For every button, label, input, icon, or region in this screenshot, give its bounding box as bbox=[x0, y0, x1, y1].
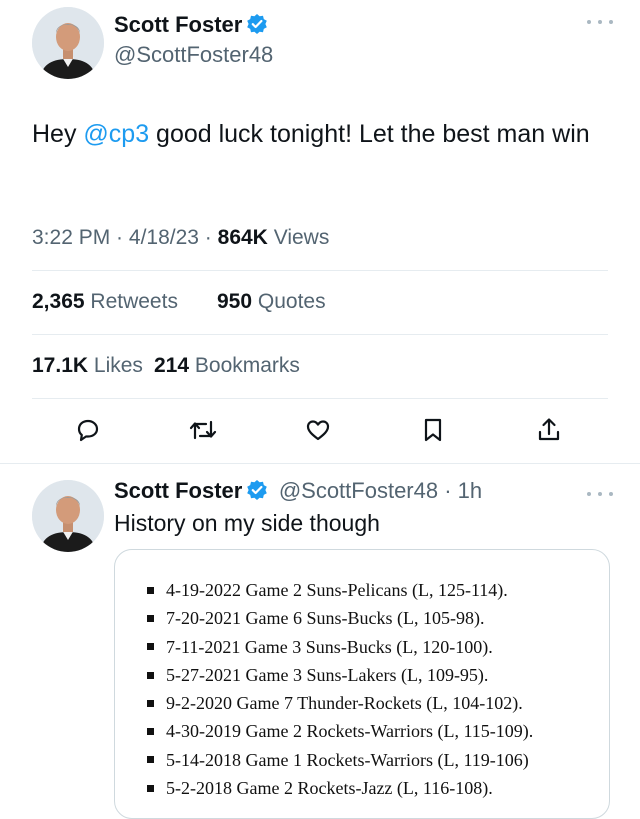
divider bbox=[32, 398, 608, 399]
mention-link[interactable]: @cp3 bbox=[83, 120, 149, 148]
quotes-label: Quotes bbox=[257, 290, 326, 313]
tweet-text-suffix: good luck tonight! Let the best man win bbox=[149, 120, 590, 148]
avatar-image bbox=[32, 480, 104, 552]
divider bbox=[0, 463, 640, 464]
list-item: 5-14-2018 Game 1 Rockets-Warriors (L, 11… bbox=[147, 746, 533, 774]
tweet-date[interactable]: 4/18/23 bbox=[129, 226, 199, 249]
divider bbox=[32, 334, 608, 335]
more-options-icon[interactable] bbox=[585, 12, 615, 32]
retweets-count: 2,365 bbox=[32, 290, 85, 313]
likes-stat[interactable]: 17.1K Likes bbox=[32, 354, 143, 378]
list-item: 7-11-2021 Game 3 Suns-Bucks (L, 120-100)… bbox=[147, 633, 533, 661]
like-icon[interactable] bbox=[303, 415, 333, 445]
reply-text: History on my side though bbox=[114, 510, 380, 536]
divider bbox=[32, 270, 608, 271]
retweets-stat[interactable]: 2,365 Retweets bbox=[32, 290, 178, 314]
reply-avatar[interactable] bbox=[32, 480, 104, 552]
avatar-image bbox=[32, 7, 104, 79]
verified-badge-icon bbox=[246, 479, 268, 511]
share-icon[interactable] bbox=[534, 415, 564, 445]
list-item: 4-30-2019 Game 2 Rockets-Warriors (L, 11… bbox=[147, 717, 533, 745]
retweet-icon[interactable] bbox=[188, 415, 218, 445]
views-label: Views bbox=[273, 226, 330, 249]
verified-badge-icon bbox=[246, 13, 268, 45]
bookmarks-label: Bookmarks bbox=[194, 354, 300, 377]
views-count: 864K bbox=[217, 226, 268, 249]
reply-image-card[interactable]: 4-19-2022 Game 2 Suns-Pelicans (L, 125-1… bbox=[114, 549, 610, 819]
bookmarks-count: 214 bbox=[154, 354, 190, 377]
tweet-text-prefix: Hey bbox=[32, 120, 84, 148]
reply-author-line: Scott Foster @ScottFoster48 · 1h bbox=[114, 477, 482, 511]
games-list: 4-19-2022 Game 2 Suns-Pelicans (L, 125-1… bbox=[147, 576, 533, 802]
reply-icon[interactable] bbox=[73, 415, 103, 445]
author-name[interactable]: Scott Foster bbox=[114, 12, 242, 37]
bookmarks-stat[interactable]: 214 Bookmarks bbox=[154, 354, 300, 378]
reply-author-name[interactable]: Scott Foster bbox=[114, 478, 242, 503]
reply-author-handle[interactable]: @ScottFoster48 bbox=[279, 478, 438, 503]
list-item: 9-2-2020 Game 7 Thunder-Rockets (L, 104-… bbox=[147, 689, 533, 717]
retweets-label: Retweets bbox=[90, 290, 178, 313]
quotes-stat[interactable]: 950 Quotes bbox=[217, 290, 326, 314]
tweet-time[interactable]: 3:22 PM bbox=[32, 226, 110, 249]
list-item: 4-19-2022 Game 2 Suns-Pelicans (L, 125-1… bbox=[147, 576, 533, 604]
tweet-meta: 3:22 PM · 4/18/23 · 864K Views bbox=[32, 226, 330, 249]
list-item: 5-2-2018 Game 2 Rockets-Jazz (L, 116-108… bbox=[147, 774, 533, 802]
likes-label: Likes bbox=[93, 354, 143, 377]
list-item: 7-20-2021 Game 6 Suns-Bucks (L, 105-98). bbox=[147, 604, 533, 632]
reply-age[interactable]: 1h bbox=[458, 478, 482, 503]
avatar[interactable] bbox=[32, 7, 104, 79]
list-item: 5-27-2021 Game 3 Suns-Lakers (L, 109-95)… bbox=[147, 661, 533, 689]
bookmark-icon[interactable] bbox=[418, 415, 448, 445]
more-options-icon[interactable] bbox=[585, 484, 615, 504]
quotes-count: 950 bbox=[217, 290, 253, 313]
likes-count: 17.1K bbox=[32, 354, 89, 377]
tweet-text: Hey @cp3 good luck tonight! Let the best… bbox=[32, 116, 612, 152]
author-handle[interactable]: @ScottFoster48 bbox=[114, 42, 273, 68]
author-line: Scott Foster bbox=[114, 11, 268, 45]
